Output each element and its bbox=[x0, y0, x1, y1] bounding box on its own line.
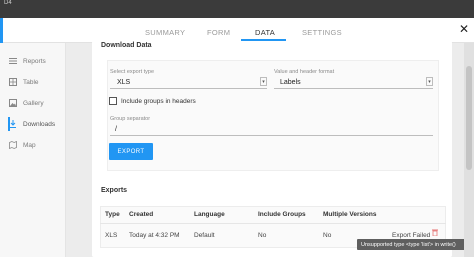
cell-include-groups: No bbox=[258, 232, 267, 239]
tab-summary[interactable]: SUMMARY bbox=[145, 28, 185, 37]
image-icon bbox=[8, 99, 17, 108]
delete-icon[interactable] bbox=[432, 229, 438, 238]
chevron-down-icon: ▾ bbox=[260, 77, 267, 86]
cell-language: Default bbox=[194, 232, 215, 239]
export-type-label: Select export type bbox=[110, 69, 155, 75]
export-status: Export Failed bbox=[392, 232, 431, 239]
cell-multiple-versions: No bbox=[323, 232, 332, 239]
chevron-down-icon: ▾ bbox=[426, 77, 433, 86]
cell-type: XLS bbox=[105, 232, 118, 239]
include-groups-label: Include groups in headers bbox=[121, 98, 196, 105]
format-label: Value and header format bbox=[274, 69, 335, 75]
column-header: Created bbox=[129, 211, 154, 218]
sidebar-item-gallery[interactable]: Gallery bbox=[8, 96, 66, 110]
tab-data[interactable]: DATA bbox=[255, 28, 275, 37]
sidebar-active-indicator bbox=[8, 117, 10, 131]
tab-bar: SUMMARY FORM DATA SETTINGS ✕ bbox=[0, 18, 474, 43]
sidebar-item-downloads[interactable]: Downloads bbox=[8, 117, 66, 131]
error-tooltip: Unsupported type <type 'list'> in write(… bbox=[357, 239, 465, 250]
download-data-heading: Download Data bbox=[101, 42, 152, 49]
separator-label: Group separator bbox=[110, 116, 151, 122]
list-icon bbox=[8, 57, 17, 66]
sidebar-item-map[interactable]: Map bbox=[8, 138, 66, 152]
export-button[interactable]: EXPORT bbox=[109, 143, 153, 160]
download-data-panel bbox=[92, 41, 452, 181]
scrollbar-thumb[interactable] bbox=[466, 66, 472, 170]
window-title: D4 bbox=[4, 0, 12, 6]
column-header: Multiple Versions bbox=[323, 211, 377, 218]
close-icon[interactable]: ✕ bbox=[459, 22, 469, 36]
sidebar-item-label: Downloads bbox=[23, 120, 56, 128]
sidebar-item-label: Gallery bbox=[23, 99, 44, 107]
column-header: Type bbox=[105, 211, 120, 218]
sidebar-item-label: Reports bbox=[23, 57, 46, 65]
top-bar: D4 bbox=[0, 0, 474, 18]
export-type-select[interactable]: XLS ▾ bbox=[110, 77, 267, 89]
sidebar: Reports Table Gallery Downloads Map bbox=[0, 43, 66, 257]
map-icon bbox=[8, 141, 17, 150]
left-accent bbox=[0, 18, 3, 43]
separator-value: / bbox=[115, 126, 117, 133]
exports-heading: Exports bbox=[101, 187, 128, 194]
table-icon bbox=[8, 78, 17, 87]
sidebar-item-reports[interactable]: Reports bbox=[8, 54, 66, 68]
export-options-area bbox=[107, 60, 439, 171]
include-groups-checkbox[interactable] bbox=[109, 97, 117, 105]
sidebar-item-table[interactable]: Table bbox=[8, 75, 66, 89]
format-select[interactable]: Labels ▾ bbox=[274, 77, 433, 89]
tab-form[interactable]: FORM bbox=[207, 28, 230, 37]
table-divider bbox=[100, 223, 446, 224]
separator-input[interactable]: / bbox=[110, 125, 433, 136]
column-header: Language bbox=[194, 211, 225, 218]
cell-created: Today at 4:32 PM bbox=[129, 232, 180, 239]
sidebar-item-label: Table bbox=[23, 78, 39, 86]
column-header: Include Groups bbox=[258, 211, 306, 218]
tab-settings[interactable]: SETTINGS bbox=[302, 28, 342, 37]
sidebar-item-label: Map bbox=[23, 141, 36, 149]
format-value: Labels bbox=[280, 79, 301, 86]
export-type-value: XLS bbox=[117, 79, 131, 86]
